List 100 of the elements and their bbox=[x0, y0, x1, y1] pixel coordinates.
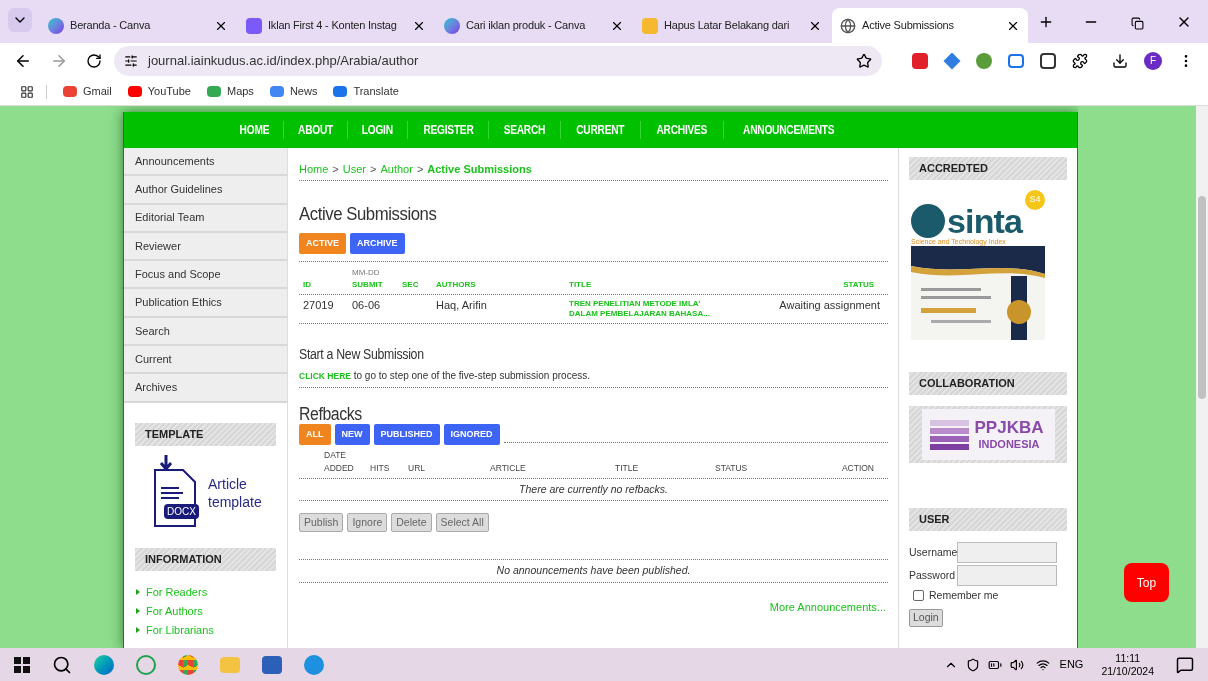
breadcrumb-link[interactable]: Author bbox=[380, 160, 413, 178]
profile-avatar[interactable]: F bbox=[1144, 51, 1162, 70]
table-cell-text: Haq, Arifin bbox=[436, 299, 488, 311]
username-field[interactable] bbox=[957, 542, 1057, 563]
bullet-icon bbox=[136, 608, 140, 615]
globe-icon bbox=[840, 17, 856, 34]
title-link[interactable]: TREN PENELITIAN METODE IMLA’ DALAM PEMBELAJARAN BAHASA... bbox=[569, 299, 774, 319]
breadcrumb-link[interactable]: User bbox=[342, 160, 366, 178]
scrollbar[interactable] bbox=[1196, 106, 1208, 648]
page-title: Active Submissions bbox=[299, 203, 438, 225]
action-button[interactable]: Ignore bbox=[347, 513, 388, 533]
click-here-link[interactable]: CLICK HERE bbox=[299, 371, 351, 381]
sidebar-link[interactable]: Editorial Team bbox=[124, 204, 287, 233]
sidebar-link[interactable]: Author Guidelines bbox=[124, 176, 287, 205]
more-announcements-link[interactable]: More Announcements... bbox=[769, 599, 886, 616]
bookmark-link[interactable]: News bbox=[269, 83, 318, 100]
browser-tab[interactable]: Hapus Latar Belakang dari bbox=[634, 8, 830, 43]
tab-title: Hapus Latar Belakang dari bbox=[664, 18, 791, 34]
sidebar-link[interactable]: Reviewer bbox=[124, 232, 287, 262]
restore-icon[interactable] bbox=[1131, 17, 1144, 30]
sidebar-link[interactable]: Announcements bbox=[124, 148, 287, 177]
sidebar-link[interactable]: Focus and Scope bbox=[124, 261, 287, 290]
speaker-icon[interactable] bbox=[1009, 657, 1024, 672]
browser-tab[interactable]: Beranda - Canva bbox=[40, 8, 236, 43]
information-link[interactable]: For Authors bbox=[146, 602, 203, 620]
search-icon[interactable] bbox=[52, 654, 72, 675]
filter-tab[interactable]: ALL bbox=[299, 424, 331, 445]
column-header: URL bbox=[408, 461, 426, 475]
site-info-icon[interactable] bbox=[124, 53, 138, 68]
table-cell-text: Awaiting assignment bbox=[778, 299, 881, 311]
nav-link[interactable]: ARCHIVES bbox=[656, 121, 708, 139]
section-heading: ACCREDTED bbox=[909, 157, 1067, 180]
article-template-link[interactable]: Article template bbox=[208, 474, 274, 511]
browser-tab[interactable]: Cari iklan produk - Canva bbox=[436, 8, 632, 43]
puzzle-icon[interactable] bbox=[1072, 52, 1088, 69]
tab-search-button[interactable] bbox=[8, 8, 32, 32]
nav-link[interactable]: REGISTER bbox=[422, 121, 474, 139]
field-label: Password bbox=[909, 567, 957, 583]
column-header: AUTHORS bbox=[436, 279, 477, 291]
password-field[interactable] bbox=[957, 565, 1057, 586]
breadcrumb-separator: > bbox=[416, 161, 424, 177]
nav-link[interactable]: SEARCH bbox=[504, 121, 546, 139]
download-icon[interactable] bbox=[1112, 52, 1128, 69]
filter-tab[interactable]: ACTIVE bbox=[299, 233, 346, 254]
bookmark-link[interactable]: Gmail bbox=[63, 83, 112, 100]
notifications-icon[interactable] bbox=[1176, 655, 1194, 674]
nav-link[interactable]: ABOUT bbox=[297, 121, 333, 139]
action-button[interactable]: Publish bbox=[299, 513, 344, 533]
column-header: STATUS bbox=[842, 279, 875, 291]
filter-tab[interactable]: PUBLISHED bbox=[373, 424, 440, 445]
section-heading: COLLABORATION bbox=[909, 372, 1067, 395]
information-link[interactable]: For Librarians bbox=[146, 621, 214, 639]
column-header: ID bbox=[303, 279, 312, 291]
language-indicator[interactable]: ENG bbox=[1059, 656, 1084, 673]
bookmark-link[interactable]: YouTube bbox=[127, 83, 191, 100]
tab-title: Active Submissions bbox=[862, 18, 955, 34]
reload-icon[interactable] bbox=[86, 52, 102, 69]
nav-link[interactable]: CURRENT bbox=[576, 121, 625, 139]
column-header: STATUS bbox=[715, 461, 749, 475]
apps-icon[interactable] bbox=[20, 84, 34, 99]
login-button[interactable]: Login bbox=[909, 608, 943, 627]
new-tab-icon[interactable] bbox=[1038, 14, 1054, 30]
clock[interactable]: 11:11 21/10/2024 bbox=[1101, 651, 1154, 678]
column-header: ACTION bbox=[841, 461, 874, 475]
sidebar-link[interactable]: Archives bbox=[124, 374, 287, 403]
browser-tab[interactable]: Iklan First 4 - Konten Instag bbox=[238, 8, 434, 43]
filter-tab[interactable]: ARCHIVE bbox=[350, 233, 405, 254]
chrome-icon[interactable] bbox=[178, 654, 198, 675]
filter-tab[interactable]: IGNORED bbox=[443, 424, 500, 445]
breadcrumb-link[interactable]: Home bbox=[299, 160, 329, 178]
shield-icon[interactable] bbox=[965, 657, 980, 672]
browser-tab[interactable]: Active Submissions bbox=[832, 8, 1028, 43]
nav-link[interactable]: LOGIN bbox=[361, 121, 393, 139]
filter-tab[interactable]: NEW bbox=[334, 424, 370, 445]
checkbox-label: Remember me bbox=[929, 588, 999, 603]
nav-link[interactable]: ANNOUNCEMENTS bbox=[742, 121, 834, 139]
column-header: ARTICLE bbox=[490, 461, 527, 475]
checkbox[interactable] bbox=[913, 590, 924, 602]
bookmark-link[interactable]: Translate bbox=[333, 83, 399, 100]
sidebar-link[interactable]: Publication Ethics bbox=[124, 289, 287, 318]
instruction-text: CLICK HERE to go to step one of the five-step submission process. bbox=[299, 369, 591, 383]
tab-title: Iklan First 4 - Konten Instag bbox=[268, 18, 398, 34]
bookmark-link[interactable]: Maps bbox=[206, 83, 254, 100]
bookmark-star-icon[interactable] bbox=[856, 52, 872, 69]
information-link[interactable]: For Readers bbox=[146, 583, 208, 601]
wifi-icon[interactable] bbox=[1035, 657, 1050, 672]
action-button[interactable]: Delete bbox=[391, 513, 432, 533]
extension-icon[interactable] bbox=[1040, 52, 1056, 69]
sidebar-link[interactable]: Current bbox=[124, 346, 287, 375]
top-button[interactable]: Top bbox=[1124, 563, 1169, 602]
address-bar[interactable]: journal.iainkudus.ac.id/index.php/Arabia/author bbox=[114, 45, 882, 76]
nav-link[interactable]: HOME bbox=[239, 121, 270, 139]
action-button[interactable]: Select All bbox=[435, 513, 489, 533]
sidebar-link[interactable]: Search bbox=[124, 317, 287, 347]
breadcrumb-link[interactable]: Active Submissions bbox=[427, 160, 532, 178]
url-text: journal.iainkudus.ac.id/index.php/Arabia/author bbox=[148, 51, 420, 70]
windows-icon[interactable] bbox=[14, 656, 30, 673]
column-header: HITS bbox=[370, 461, 391, 475]
column-header: DATE ADDED bbox=[324, 449, 355, 475]
field-label: Username bbox=[909, 544, 957, 560]
